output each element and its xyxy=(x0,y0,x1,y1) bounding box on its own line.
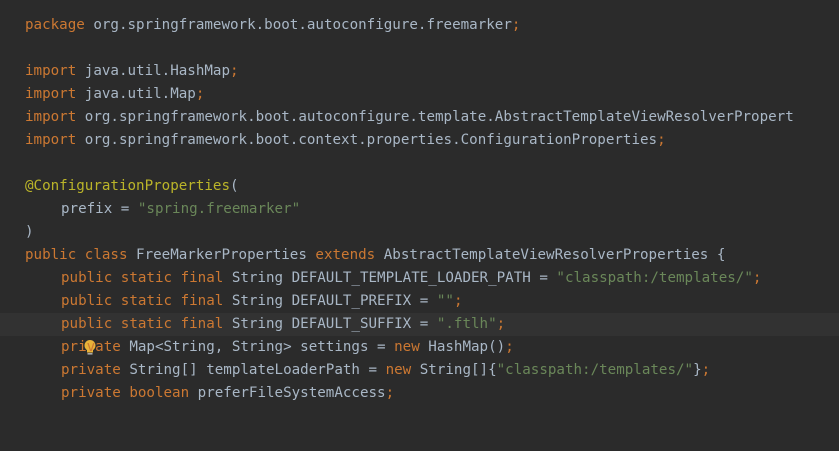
keyword: import xyxy=(25,86,77,102)
keyword: import xyxy=(25,63,77,79)
code-text: java.util.HashMap xyxy=(76,63,230,79)
code-text: } xyxy=(693,362,702,378)
string-literal: ".ftlh" xyxy=(436,316,497,332)
code-text: ) xyxy=(25,224,34,240)
code-text: java.util.Map xyxy=(76,86,196,102)
code-line-3[interactable]: import java.util.HashMap; xyxy=(0,60,839,83)
code-line-10[interactable]: ) xyxy=(0,221,839,244)
semicolon: ; xyxy=(385,385,395,401)
keyword: public class xyxy=(25,247,128,263)
keyword: extends xyxy=(315,247,376,263)
code-line-8[interactable]: @ConfigurationProperties( xyxy=(0,175,839,198)
code-text: org.springframework.boot.autoconfigure.t… xyxy=(76,109,794,125)
code-text: String[]{ xyxy=(411,362,497,378)
code-text: String[] templateLoaderPath = xyxy=(120,362,386,378)
string-literal: "classpath:/templates/" xyxy=(496,362,694,378)
keyword: boolean xyxy=(120,385,190,401)
keyword: new xyxy=(385,362,412,378)
keyword: import xyxy=(25,109,77,125)
code-text: String DEFAULT_TEMPLATE_LOADER_PATH = xyxy=(223,270,557,286)
code-text: ( xyxy=(230,178,239,194)
code-text: String DEFAULT_SUFFIX = xyxy=(223,316,437,332)
code-line-5[interactable]: import org.springframework.boot.autoconf… xyxy=(0,106,839,129)
code-text: preferFileSystemAccess xyxy=(189,385,386,401)
class-name: FreeMarkerProperties xyxy=(127,247,316,263)
code-text: org.springframework.boot.autoconfigure.f… xyxy=(84,17,512,33)
code-line-16[interactable]: private String[] templateLoaderPath = ne… xyxy=(0,359,839,382)
code-text: Map<String, String> settings = xyxy=(120,339,395,355)
string-literal: "classpath:/templates/" xyxy=(556,270,753,286)
semicolon: ; xyxy=(505,339,514,355)
semicolon: ; xyxy=(496,316,506,332)
keyword: public static final xyxy=(61,316,224,332)
semicolon: ; xyxy=(701,362,711,378)
semicolon: ; xyxy=(230,63,239,79)
keyword: package xyxy=(25,17,85,33)
keyword: public static final xyxy=(61,293,224,309)
keyword: import xyxy=(25,132,77,148)
code-line-11[interactable]: public class FreeMarkerProperties extend… xyxy=(0,244,839,267)
keyword: private xyxy=(61,385,121,401)
semicolon: ; xyxy=(453,293,463,309)
code-line-15[interactable]: private Map<String, String> settings = n… xyxy=(0,336,839,359)
semicolon: ; xyxy=(657,132,666,148)
code-line-6[interactable]: import org.springframework.boot.context.… xyxy=(0,129,839,152)
keyword: private xyxy=(61,362,121,378)
keyword: public static final xyxy=(61,270,224,286)
semicolon: ; xyxy=(752,270,762,286)
code-line-14[interactable]: public static final String DEFAULT_SUFFI… xyxy=(0,313,839,355)
keyword: new xyxy=(394,339,420,355)
annotation: @ConfigurationProperties xyxy=(25,178,230,194)
code-line-13[interactable]: public static final String DEFAULT_PREFI… xyxy=(0,290,839,313)
code-editor[interactable]: package org.springframework.boot.autocon… xyxy=(0,0,839,422)
code-line-1[interactable]: package org.springframework.boot.autocon… xyxy=(0,14,839,37)
code-text: prefix = xyxy=(61,201,138,217)
code-text: AbstractTemplateViewResolverProperties { xyxy=(375,247,726,263)
string-literal: "" xyxy=(436,293,454,309)
code-line-17[interactable]: private boolean preferFileSystemAccess; xyxy=(0,382,839,405)
code-text: org.springframework.boot.context.propert… xyxy=(76,132,658,148)
semicolon: ; xyxy=(511,17,521,33)
code-text: String DEFAULT_PREFIX = xyxy=(223,293,437,309)
keyword: private xyxy=(61,339,121,355)
string-literal: "spring.freemarker" xyxy=(137,201,301,217)
semicolon: ; xyxy=(195,86,205,102)
code-text: HashMap() xyxy=(419,339,506,355)
code-line-4[interactable]: import java.util.Map; xyxy=(0,83,839,106)
code-line-12[interactable]: public static final String DEFAULT_TEMPL… xyxy=(0,267,839,290)
code-line-9[interactable]: prefix = "spring.freemarker" xyxy=(0,198,839,221)
